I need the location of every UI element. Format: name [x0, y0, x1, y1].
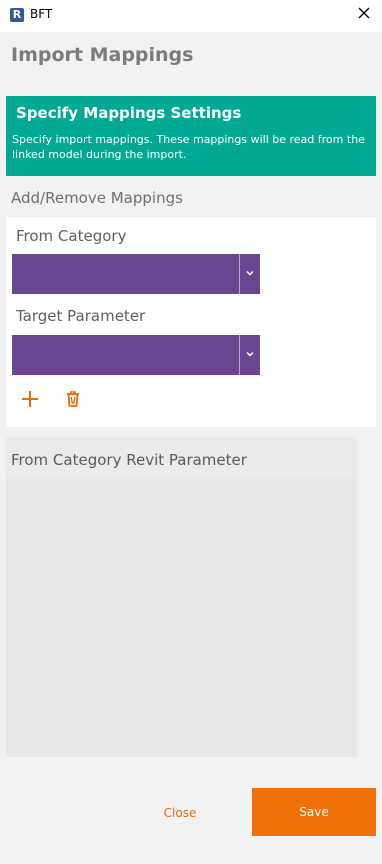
add-remove-mappings-label: Add/Remove Mappings [11, 189, 183, 207]
from-category-dropdown[interactable] [12, 254, 260, 294]
close-button[interactable]: Close [152, 798, 208, 828]
title-bar: R BFT [0, 0, 382, 32]
trash-icon [67, 391, 79, 407]
settings-banner: Specify Mappings Settings Specify import… [6, 96, 376, 176]
grid-body[interactable] [6, 477, 356, 757]
chevron-down-icon [246, 352, 254, 357]
banner-description: Specify import mappings. These mappings … [12, 133, 365, 161]
banner-title: Specify Mappings Settings [16, 104, 242, 122]
revit-app-icon: R [10, 8, 24, 22]
window-title: BFT [30, 7, 53, 21]
grid-column-header: From Category Revit Parameter [11, 451, 247, 469]
dropdown-separator [239, 335, 240, 375]
dropdown-separator [239, 254, 240, 294]
mappings-grid[interactable]: From Category Revit Parameter [6, 437, 358, 757]
plus-icon [22, 391, 38, 407]
target-parameter-dropdown[interactable] [12, 335, 260, 375]
save-button[interactable]: Save [252, 788, 376, 836]
page-title: Import Mappings [11, 44, 194, 66]
close-icon[interactable] [356, 5, 372, 21]
from-category-label: From Category [16, 227, 127, 245]
chevron-down-icon [246, 271, 254, 276]
target-parameter-label: Target Parameter [16, 307, 146, 325]
mapping-panel: From Category Target Parameter [6, 217, 376, 427]
delete-mapping-button[interactable] [62, 388, 84, 410]
add-mapping-button[interactable] [19, 388, 41, 410]
